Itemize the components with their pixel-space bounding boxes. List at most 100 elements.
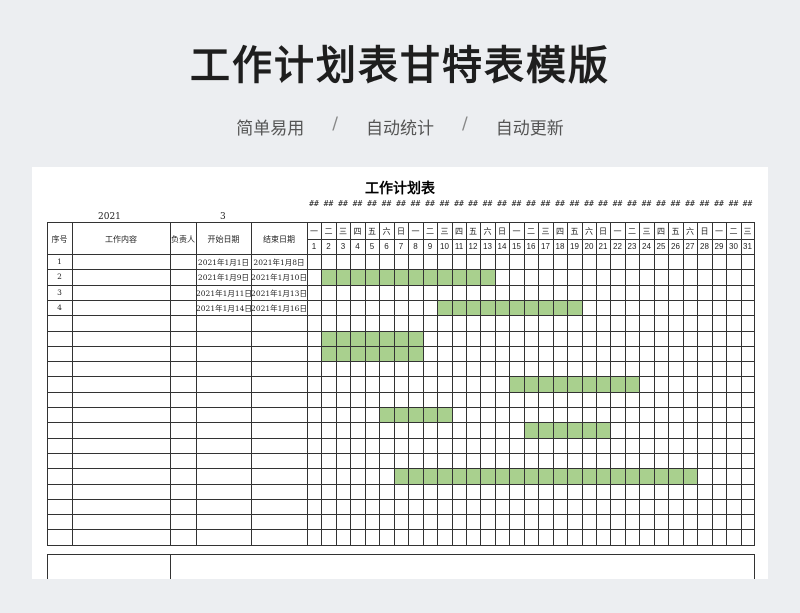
task-seq-cell[interactable]: 3 — [47, 288, 72, 297]
task-end-date-cell[interactable]: 2021年1月13日 — [251, 288, 307, 299]
grid-day-line — [495, 222, 496, 545]
month-label[interactable]: 3 — [220, 212, 226, 222]
column-header-start: 开始日期 — [207, 235, 240, 244]
grid-day-line — [639, 222, 640, 545]
grid-header-divider — [307, 239, 755, 240]
task-start-date-cell[interactable]: 2021年1月11日 — [196, 288, 252, 299]
grid-row-line — [47, 269, 755, 270]
grid-day-line — [394, 222, 395, 545]
task-start-date-cell[interactable]: 2021年1月14日 — [196, 303, 252, 314]
task-seq-cell[interactable]: 2 — [47, 272, 72, 281]
day-number-header: 12 — [468, 242, 478, 251]
task-end-date-cell[interactable]: 2021年1月10日 — [251, 272, 307, 283]
footer-box-left — [47, 554, 48, 579]
weekday-header: 二 — [324, 227, 333, 236]
grid-row-line — [47, 254, 755, 255]
date-overflow-marker: ## — [439, 199, 450, 208]
grid-column-line — [170, 222, 171, 545]
day-number-header: 4 — [355, 242, 360, 251]
grid-row-line — [47, 361, 755, 362]
feature-separator: / — [462, 114, 468, 134]
date-overflow-marker: ## — [526, 199, 536, 208]
day-number-header: 17 — [541, 242, 550, 251]
column-header-seq: 序号 — [51, 235, 68, 244]
weekday-header: 一 — [715, 227, 723, 236]
footer-box-right — [754, 554, 755, 579]
grid-row-line — [47, 484, 755, 485]
date-overflow-marker: ## — [656, 199, 666, 208]
day-number-header: 3 — [340, 242, 346, 251]
day-number-header: 13 — [483, 242, 492, 251]
date-overflow-marker: ## — [323, 199, 334, 208]
weekday-header: 五 — [368, 227, 376, 236]
grid-day-line — [625, 222, 626, 545]
weekday-header: 二 — [628, 227, 636, 236]
column-header-owner: 负责人 — [171, 235, 195, 244]
grid-row-line — [47, 315, 755, 316]
date-overflow-marker: ## — [367, 199, 377, 208]
grid-row-line — [47, 331, 755, 332]
date-overflow-marker: ## — [714, 199, 724, 208]
day-number-header: 25 — [656, 242, 666, 251]
gantt-bar[interactable] — [394, 469, 697, 484]
date-overflow-marker: ## — [742, 199, 753, 208]
day-number-header: 28 — [700, 242, 709, 251]
grid-day-line — [408, 222, 409, 545]
day-number-header: 7 — [398, 242, 404, 251]
grid-row-line — [47, 222, 755, 223]
day-number-header: 1 — [311, 242, 317, 251]
day-number-header: 14 — [497, 242, 507, 251]
gantt-bar[interactable] — [379, 408, 452, 422]
day-number-header: 23 — [627, 242, 637, 251]
day-number-header: 2 — [326, 242, 331, 251]
grid-row-line — [47, 407, 755, 408]
page-title: 工作计划表甘特表模版 — [190, 43, 610, 89]
grid-day-line — [726, 222, 727, 545]
grid-day-line — [754, 222, 755, 545]
weekday-header: 六 — [686, 227, 694, 236]
date-overflow-marker: ## — [569, 199, 580, 208]
column-header-content: 工作内容 — [105, 235, 137, 244]
date-overflow-marker: ## — [338, 199, 348, 208]
grid-day-line — [697, 222, 698, 545]
date-overflow-marker: ## — [612, 199, 623, 208]
task-start-date-cell[interactable]: 2021年1月9日 — [196, 272, 251, 283]
grid-column-line — [196, 222, 197, 545]
date-overflow-marker: ## — [598, 199, 608, 208]
day-number-header: 24 — [642, 242, 651, 251]
task-end-date-cell[interactable]: 2021年1月8日 — [251, 257, 307, 268]
grid-row-line — [47, 438, 755, 439]
grid-row-line — [47, 285, 755, 286]
date-overflow-marker: ## — [352, 199, 363, 208]
weekday-header: 日 — [599, 227, 607, 236]
day-number-header: 10 — [440, 242, 449, 251]
sheet-title: 工作计划表 — [365, 181, 435, 197]
date-overflow-marker: ## — [425, 199, 435, 208]
year-label[interactable]: 2021 — [98, 212, 121, 222]
task-seq-cell[interactable]: 4 — [47, 303, 72, 312]
date-overflow-marker: ## — [627, 199, 637, 208]
grid-day-line — [582, 222, 583, 545]
weekday-header: 六 — [483, 227, 492, 236]
day-number-header: 20 — [584, 242, 594, 251]
task-seq-cell[interactable]: 1 — [47, 257, 72, 266]
date-overflow-marker: ## — [641, 199, 652, 208]
task-start-date-cell[interactable]: 2021年1月1日 — [196, 257, 251, 268]
grid-row-line — [47, 422, 755, 423]
date-overflow-marker: ## — [482, 199, 493, 208]
date-overflow-marker: ## — [497, 199, 507, 208]
date-overflow-marker: ## — [728, 199, 739, 208]
weekday-header: 三 — [743, 227, 752, 236]
grid-column-line — [47, 222, 48, 545]
day-number-header: 18 — [555, 242, 565, 251]
task-end-date-cell[interactable]: 2021年1月16日 — [251, 303, 307, 314]
grid-row-line — [47, 300, 755, 301]
grid-row-line — [47, 376, 755, 377]
grid-day-line — [596, 222, 597, 545]
weekday-header: 六 — [382, 227, 391, 236]
gantt-bar[interactable] — [509, 377, 639, 392]
footer-box-top — [47, 554, 755, 555]
date-overflow-marker: ## — [454, 199, 464, 208]
grid-row-line — [47, 392, 755, 393]
date-overflow-marker: ## — [511, 199, 522, 208]
